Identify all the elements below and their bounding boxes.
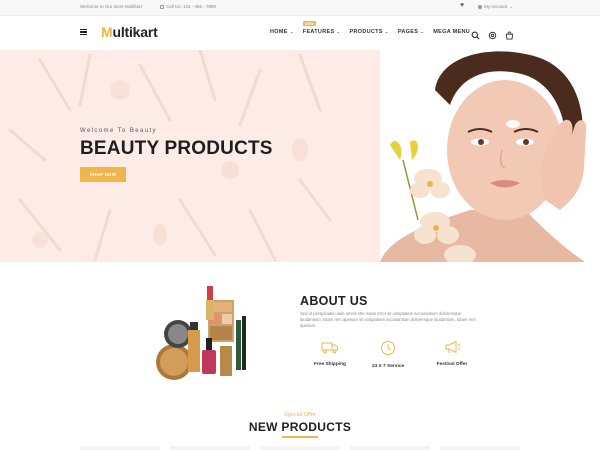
special-offer-kicker: Special Offer	[284, 412, 316, 418]
my-account-label: My Account	[484, 4, 508, 9]
product-cards-row	[80, 446, 525, 450]
nav-pages[interactable]: PAGES ⌄	[398, 29, 424, 35]
nav-features[interactable]: NEW FEATURES ⌄	[302, 21, 341, 35]
megaphone-icon	[445, 340, 461, 354]
product-card[interactable]	[440, 446, 520, 450]
truck-icon	[321, 342, 338, 354]
chevron-down-icon: ⌄	[420, 29, 425, 34]
hero-banner: Welcome To Beauty BEAUTY PRODUCTS SHOP N…	[0, 50, 600, 262]
main-header: Multikart HOME ⌄ NEW FEATURES ⌄ PRODUCTS ⌄ P…	[0, 16, 600, 50]
product-card[interactable]	[170, 446, 250, 450]
feature-label: Free Shipping	[314, 362, 346, 367]
nav-mega-menu-label: MEGA MENU	[433, 29, 470, 35]
model-face-image	[340, 50, 600, 262]
nav-home[interactable]: HOME ⌄	[270, 29, 294, 35]
new-badge: NEW	[302, 21, 316, 26]
hero-welcome-text: Welcome To Beauty	[80, 128, 157, 134]
phone-icon	[160, 4, 164, 9]
nav-products[interactable]: PRODUCTS ⌄	[350, 29, 389, 35]
nav-products-label: PRODUCTS	[349, 29, 383, 35]
logo-text: ultikart	[112, 24, 158, 40]
feature-festival-offer: Festival Offer	[422, 340, 482, 367]
user-icon	[478, 4, 482, 9]
feature-label: Festival Offer	[436, 362, 468, 367]
cosmetics-products-image	[156, 286, 246, 380]
shop-now-button[interactable]: SHOP NOW	[80, 167, 126, 182]
call-us-info: Call Us: 123 - 456 - 7890	[160, 4, 216, 9]
chevron-down-icon: ⌄	[384, 29, 389, 34]
logo-letter: M	[101, 24, 113, 40]
feature-free-shipping: Free Shipping	[300, 340, 360, 367]
hero-title: BEAUTY PRODUCTS	[80, 138, 273, 159]
product-card[interactable]	[80, 446, 160, 450]
feature-label: 24 X 7 Service	[371, 364, 405, 369]
main-navigation: HOME ⌄ NEW FEATURES ⌄ PRODUCTS ⌄ PAGES ⌄ MEGA…	[270, 21, 485, 35]
product-card[interactable]	[350, 446, 430, 450]
my-account-dropdown[interactable]: My Account ⌄	[478, 4, 513, 9]
header-icons	[471, 27, 514, 40]
site-logo[interactable]: Multikart	[101, 24, 158, 40]
clock-icon	[381, 341, 395, 355]
title-underline	[282, 436, 318, 438]
cart-icon[interactable]	[505, 27, 514, 40]
new-products-title: NEW PRODUCTS	[248, 420, 352, 434]
top-bar: Welcome to Our store Multikart Call Us: …	[0, 0, 600, 16]
wishlist-heart-icon[interactable]: ♥	[460, 2, 464, 9]
service-features: Free Shipping 24 X 7 Service Festival Of…	[300, 340, 480, 380]
about-us-title: ABOUT US	[300, 294, 368, 308]
settings-icon[interactable]	[488, 27, 497, 40]
search-icon[interactable]	[471, 27, 480, 40]
nav-mega-menu[interactable]: MEGA MENU ⌄	[433, 29, 476, 35]
chevron-down-icon: ⌄	[509, 4, 513, 9]
feature-24x7-service: 24 X 7 Service	[358, 340, 418, 369]
nav-home-label: HOME	[270, 29, 288, 35]
hamburger-menu-icon[interactable]	[80, 29, 87, 35]
welcome-message: Welcome to Our store Multikart	[80, 4, 142, 9]
chevron-down-icon: ⌄	[289, 29, 294, 34]
about-us-description: Sed ut perspiciatis unde omnis iste natu…	[300, 311, 476, 329]
nav-features-label: FEATURES	[302, 29, 335, 35]
call-us-text: Call Us: 123 - 456 - 7890	[166, 4, 217, 9]
chevron-down-icon: ⌄	[336, 29, 341, 34]
product-card[interactable]	[260, 446, 340, 450]
nav-pages-label: PAGES	[397, 29, 419, 35]
